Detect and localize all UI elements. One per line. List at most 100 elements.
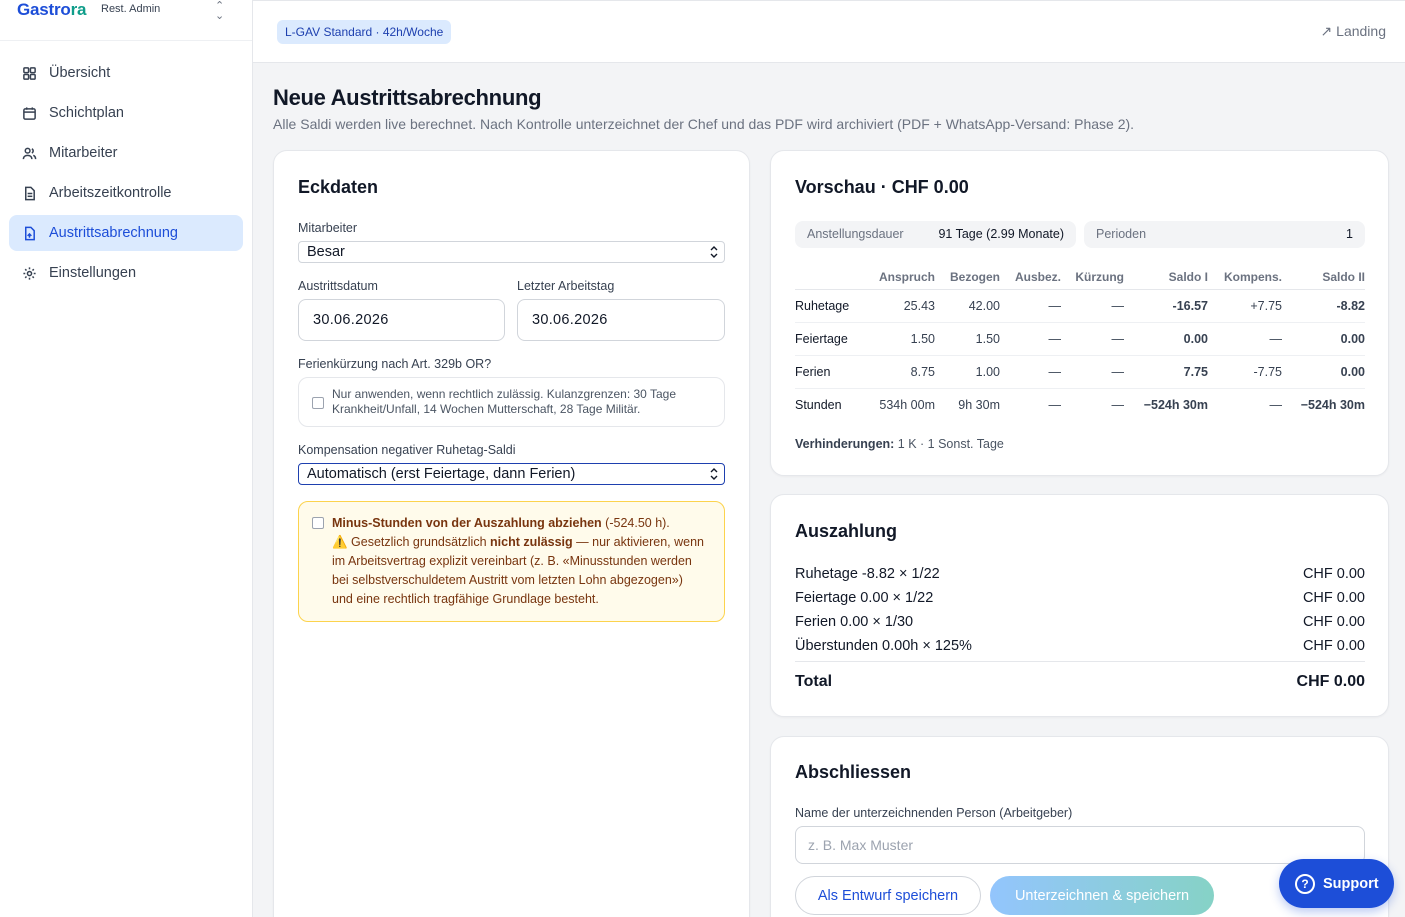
cell-kuerzung: — — [1061, 355, 1124, 389]
cell-saldo1: −524h 30m — [1143, 397, 1208, 412]
eckdaten-title: Eckdaten — [298, 177, 379, 197]
brand-name-a: Gastro — [17, 0, 71, 19]
cell-ausbez: — — [1000, 355, 1061, 389]
cell-saldo2: −524h 30m — [1300, 397, 1365, 412]
payout-label: Ruhetage -8.82 × 1/22 — [795, 566, 940, 582]
sidebar-item-schichtplan[interactable]: Schichtplan — [9, 95, 243, 131]
ferienkuerzung-label: Ferienkürzung nach Art. 329b OR? — [298, 357, 492, 371]
warn-line5: und eine rechtlich tragfähige Grundlage … — [332, 592, 599, 606]
sidebar-item-uebersicht[interactable]: Übersicht — [9, 55, 243, 91]
sidebar-item-austrittsabrechnung[interactable]: Austrittsabrechnung — [9, 215, 243, 251]
row-name: Ruhetage — [795, 289, 865, 323]
kompensation-select[interactable]: Automatisch (erst Feiertage, dann Ferien… — [298, 463, 725, 485]
anstellungsdauer-label: Anstellungsdauer — [807, 227, 904, 241]
payout-value: CHF 0.00 — [1302, 614, 1365, 630]
calendar-icon — [21, 105, 37, 121]
table-row: Feiertage 1.50 1.50 — — 0.00 — 0.00 — [795, 322, 1365, 356]
warn-line4: bei selbstverschuldetem Austritt vom let… — [332, 573, 683, 587]
col-header-anspruch: Anspruch — [865, 265, 935, 290]
minus-stunden-text: Minus-Stunden von der Auszahlung abziehe… — [332, 514, 717, 609]
warn-text-pre: Gesetzlich grundsätzlich — [347, 535, 491, 549]
sidebar-item-mitarbeiter[interactable]: Mitarbeiter — [9, 135, 243, 171]
cell-anspruch: 1.50 — [865, 322, 935, 356]
cell-bezogen: 9h 30m — [958, 397, 1000, 412]
brand-logo: Gastrora — [17, 0, 86, 20]
row-name: Stunden — [795, 397, 842, 412]
sidebar-item-einstellungen[interactable]: Einstellungen — [9, 255, 243, 291]
chevron-updown-icon[interactable]: ⌃ ⌄ — [215, 1, 224, 22]
warn-text-bold: nicht zulässig — [490, 535, 573, 549]
cell-bezogen: 1.00 — [935, 355, 1000, 389]
perioden-chip: Perioden 1 — [1084, 221, 1365, 248]
landing-link[interactable]: ↗ Landing — [1321, 23, 1386, 40]
exit-document-icon — [21, 225, 37, 241]
cell-ausbez: — — [1048, 397, 1062, 412]
cell-kompens: -7.75 — [1208, 355, 1282, 389]
sidebar-item-label: Übersicht — [49, 65, 111, 81]
cell-bezogen: 42.00 — [935, 289, 1000, 323]
cell-anspruch: 25.43 — [865, 289, 935, 323]
help-icon: ? — [1295, 873, 1315, 894]
page-title: Neue Austrittsabrechnung — [273, 85, 542, 110]
col-header-ausbez: Ausbez. — [1000, 265, 1061, 290]
mitarbeiter-select[interactable]: Besar — [298, 241, 725, 263]
warn-text-post: — nur aktivieren, wenn — [572, 535, 704, 549]
cell-anspruch: 8.75 — [865, 355, 935, 389]
grid-icon — [21, 65, 37, 81]
payout-value: CHF 0.00 — [1302, 566, 1365, 582]
sidebar-item-label: Einstellungen — [49, 265, 137, 281]
sign-save-button[interactable]: Unterzeichnen & speichern — [990, 876, 1214, 915]
mitarbeiter-label: Mitarbeiter — [298, 221, 358, 235]
austrittsdatum-input[interactable]: 30.06.2026 — [298, 299, 505, 341]
auszahlung-title: Auszahlung — [795, 521, 897, 541]
cell-saldo2: 0.00 — [1282, 355, 1365, 389]
document-icon — [21, 185, 37, 201]
cell-bezogen: 1.50 — [935, 322, 1000, 356]
minus-stunden-checkbox[interactable] — [312, 517, 324, 529]
restaurant-name: Rest. Admin — [101, 3, 161, 15]
ferienkuerzung-checkbox[interactable] — [312, 397, 324, 409]
saldo-table: Anspruch Bezogen Ausbez. Kürzung Saldo I… — [795, 265, 1365, 421]
cell-saldo1: 7.75 — [1124, 355, 1208, 389]
minus-stunden-warning: Minus-Stunden von der Auszahlung abziehe… — [298, 501, 725, 622]
support-label: Support — [1323, 875, 1379, 892]
brand-name-b: ra — [70, 0, 87, 19]
signer-name-input[interactable] — [795, 826, 1365, 864]
auszahlung-card: Auszahlung Ruhetage -8.82 × 1/22 CHF 0.0… — [770, 494, 1389, 717]
saldo-table-header: Anspruch Bezogen Ausbez. Kürzung Saldo I… — [795, 265, 1365, 290]
kompensation-label: Kompensation negativer Ruhetag-Saldi — [298, 443, 516, 457]
brand-switcher[interactable]: Gastrora Rest. Admin ⌃ ⌄ — [0, 0, 252, 41]
vorschau-title: Vorschau · CHF 0.00 — [795, 177, 969, 197]
payout-row: Ruhetage -8.82 × 1/22 CHF 0.00 — [795, 566, 1365, 590]
cell-kompens: +7.75 — [1208, 289, 1282, 323]
users-icon — [21, 145, 37, 161]
sidebar: Gastrora Rest. Admin ⌃ ⌄ Übersicht Schich… — [0, 0, 253, 917]
minus-stunden-title: Minus-Stunden von der Auszahlung abziehe… — [332, 516, 602, 530]
cell-saldo2: 0.00 — [1282, 322, 1365, 356]
mitarbeiter-value: Besar — [307, 244, 345, 260]
col-header-bezogen: Bezogen — [935, 265, 1000, 290]
save-draft-button[interactable]: Als Entwurf speichern — [795, 876, 981, 915]
perioden-label: Perioden — [1096, 227, 1147, 241]
cell-saldo1: -16.57 — [1124, 289, 1208, 323]
page-subtitle: Alle Saldi werden live berechnet. Nach K… — [273, 116, 1135, 132]
cell-kuerzung: — — [1061, 289, 1124, 323]
col-header-saldo1: Saldo I — [1124, 265, 1208, 290]
cell-kompens: — — [1269, 397, 1283, 412]
select-arrows-icon — [710, 246, 718, 258]
payout-row: Ferien 0.00 × 1/30 CHF 0.00 — [795, 614, 1365, 638]
signer-name-label: Name der unterzeichnenden Person (Arbeit… — [795, 806, 1073, 820]
cell-saldo2: -8.82 — [1282, 289, 1365, 323]
cell-ausbez: — — [1000, 322, 1061, 356]
cell-kompens: — — [1208, 322, 1282, 356]
sidebar-item-arbeitszeitkontrolle[interactable]: Arbeitszeitkontrolle — [9, 175, 243, 211]
sidebar-nav: Übersicht Schichtplan Mitarbeiter Arbeit… — [0, 41, 252, 291]
cell-anspruch: 534h 00m — [879, 397, 935, 412]
letzter-arbeitstag-input[interactable]: 30.06.2026 — [517, 299, 725, 341]
payout-value: CHF 0.00 — [1302, 638, 1365, 654]
support-button[interactable]: ? Support — [1279, 859, 1394, 908]
payout-label: Überstunden 0.00h × 125% — [795, 638, 972, 654]
payout-row: Feiertage 0.00 × 1/22 CHF 0.00 — [795, 590, 1365, 614]
letzter-arbeitstag-label: Letzter Arbeitstag — [517, 279, 615, 293]
row-name: Ferien — [795, 355, 865, 389]
